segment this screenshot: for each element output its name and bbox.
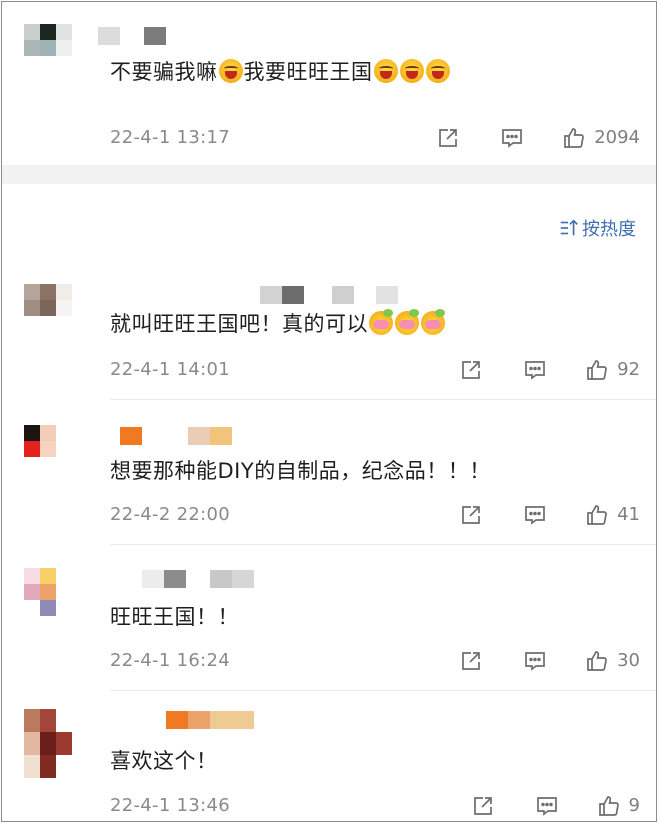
username[interactable] xyxy=(120,711,254,729)
username[interactable] xyxy=(120,427,232,445)
comment-meta: 22-4-1 14:01 92 xyxy=(110,356,640,384)
share-button[interactable] xyxy=(471,794,495,818)
share-icon xyxy=(462,506,480,524)
timestamp: 22-4-2 22:00 xyxy=(110,504,230,525)
comment-actions: 92 xyxy=(459,356,640,384)
like-count: 41 xyxy=(617,504,640,525)
share-icon xyxy=(473,797,492,815)
comment-feed: 不要骗我嘛 我要旺旺王国 22-4-1 13:17 2094 按热度 就叫旺旺王… xyxy=(1,1,657,822)
crying-emoji-icon xyxy=(399,59,424,83)
flower-emoji-icon xyxy=(395,309,419,335)
crying-emoji-icon xyxy=(218,59,243,83)
share-icon xyxy=(439,129,458,147)
timestamp: 22-4-1 13:17 xyxy=(110,127,230,148)
section-divider xyxy=(2,165,656,184)
like-button[interactable]: 92 xyxy=(585,356,640,384)
crying-emoji-icon xyxy=(373,59,398,83)
comment-icon xyxy=(502,129,523,148)
flower-emoji-icon xyxy=(421,309,445,335)
thumbs-up-icon xyxy=(564,128,585,148)
flower-emoji-icon xyxy=(369,309,393,335)
avatar[interactable] xyxy=(24,284,72,332)
like-button[interactable]: 9 xyxy=(597,792,640,820)
comment-meta: 22-4-1 13:17 2094 xyxy=(110,124,640,152)
reply-button[interactable] xyxy=(500,126,524,150)
comment-text-part: 我要旺旺王国 xyxy=(243,60,373,84)
comment-actions: 9 xyxy=(471,792,640,820)
like-count: 9 xyxy=(628,795,640,816)
avatar[interactable] xyxy=(24,24,72,68)
comment-text-part: 想要那种能DIY的自制品，纪念品！！！ xyxy=(110,459,491,483)
timestamp: 22-4-1 13:46 xyxy=(110,795,230,816)
sort-by-hot-button[interactable]: 按热度 xyxy=(558,214,636,242)
comment-actions: 2094 xyxy=(436,124,640,152)
crying-emoji-icon xyxy=(425,59,450,83)
like-count: 30 xyxy=(617,650,640,671)
comment-text: 旺旺王国！！ xyxy=(110,603,239,631)
timestamp: 22-4-1 16:24 xyxy=(110,650,230,671)
comment-actions: 41 xyxy=(459,501,640,529)
avatar[interactable] xyxy=(24,568,72,616)
comment-icon xyxy=(525,361,545,380)
sort-icon xyxy=(560,219,578,236)
thumbs-up-icon xyxy=(587,360,607,380)
like-button[interactable]: 30 xyxy=(585,647,640,675)
username[interactable] xyxy=(260,286,398,304)
thumbs-up-icon xyxy=(587,651,607,671)
reply-button[interactable] xyxy=(523,503,547,527)
share-icon xyxy=(462,361,480,379)
timestamp: 22-4-1 14:01 xyxy=(110,359,230,380)
like-count: 2094 xyxy=(594,127,640,148)
comment-actions: 30 xyxy=(459,647,640,675)
comment-text-part: 喜欢这个！ xyxy=(110,749,218,773)
comment-text: 就叫旺旺王国吧！真的可以 xyxy=(110,309,446,338)
sort-label: 按热度 xyxy=(582,219,636,240)
reply-button[interactable] xyxy=(523,358,547,382)
divider xyxy=(110,690,656,691)
comment-meta: 22-4-1 13:46 9 xyxy=(110,792,640,820)
like-button[interactable]: 41 xyxy=(585,501,640,529)
share-button[interactable] xyxy=(459,503,483,527)
comment-text: 喜欢这个！ xyxy=(110,747,218,775)
comment-text-part: 旺旺王国！！ xyxy=(110,605,239,629)
avatar[interactable] xyxy=(24,709,72,779)
comment-icon xyxy=(525,652,545,671)
thumbs-up-icon xyxy=(598,796,619,816)
thumbs-up-icon xyxy=(587,505,607,525)
like-count: 92 xyxy=(617,359,640,380)
comment-icon xyxy=(536,797,557,816)
comment-text-part: 就叫旺旺王国吧！真的可以 xyxy=(110,312,368,336)
reply-button[interactable] xyxy=(523,649,547,673)
comment-meta: 22-4-2 22:00 41 xyxy=(110,501,640,529)
share-button[interactable] xyxy=(459,358,483,382)
share-button[interactable] xyxy=(459,649,483,673)
username[interactable] xyxy=(122,570,254,588)
comment-text-part: 不要骗我嘛 xyxy=(110,60,218,84)
username[interactable] xyxy=(98,27,166,45)
like-button[interactable]: 2094 xyxy=(562,124,640,152)
divider xyxy=(110,544,656,545)
comment-icon xyxy=(525,506,545,525)
comment-meta: 22-4-1 16:24 30 xyxy=(110,647,640,675)
comment-text: 想要那种能DIY的自制品，纪念品！！！ xyxy=(110,457,491,485)
share-icon xyxy=(462,652,480,670)
divider xyxy=(110,399,656,400)
reply-button[interactable] xyxy=(535,794,559,818)
share-button[interactable] xyxy=(436,126,460,150)
avatar[interactable] xyxy=(24,425,72,473)
comment-text: 不要骗我嘛 我要旺旺王国 xyxy=(110,58,451,86)
